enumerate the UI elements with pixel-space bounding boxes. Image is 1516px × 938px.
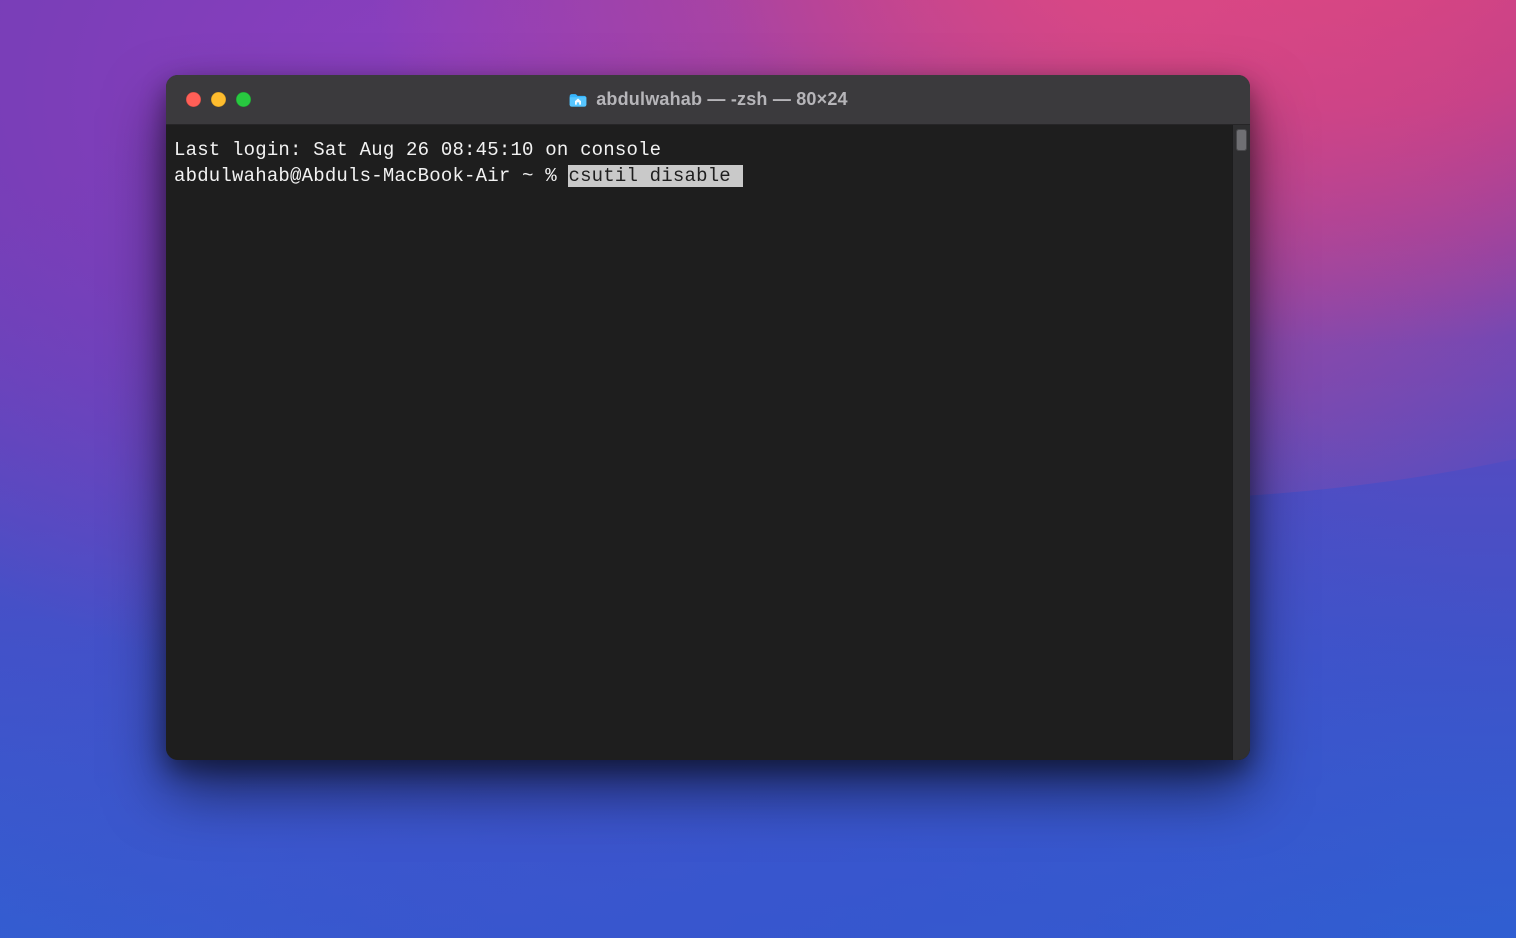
terminal-content[interactable]: Last login: Sat Aug 26 08:45:10 on conso… xyxy=(166,125,1232,760)
window-title: abdulwahab — -zsh — 80×24 xyxy=(166,89,1250,110)
window-titlebar[interactable]: abdulwahab — -zsh — 80×24 xyxy=(166,75,1250,125)
command-input-selected[interactable]: csutil disable xyxy=(568,165,742,187)
terminal-body: Last login: Sat Aug 26 08:45:10 on conso… xyxy=(166,125,1250,760)
shell-prompt: abdulwahab@Abduls-MacBook-Air ~ % xyxy=(174,165,568,187)
desktop-background: abdulwahab — -zsh — 80×24 Last login: Sa… xyxy=(0,0,1516,938)
window-title-text: abdulwahab — -zsh — 80×24 xyxy=(596,89,848,110)
last-login-line: Last login: Sat Aug 26 08:45:10 on conso… xyxy=(174,139,661,161)
terminal-window[interactable]: abdulwahab — -zsh — 80×24 Last login: Sa… xyxy=(166,75,1250,760)
zoom-button[interactable] xyxy=(236,92,251,107)
minimize-button[interactable] xyxy=(211,92,226,107)
scrollbar-thumb[interactable] xyxy=(1236,129,1247,151)
scrollbar-track[interactable] xyxy=(1232,125,1250,760)
close-button[interactable] xyxy=(186,92,201,107)
window-controls xyxy=(166,92,251,107)
home-folder-icon xyxy=(568,90,588,110)
